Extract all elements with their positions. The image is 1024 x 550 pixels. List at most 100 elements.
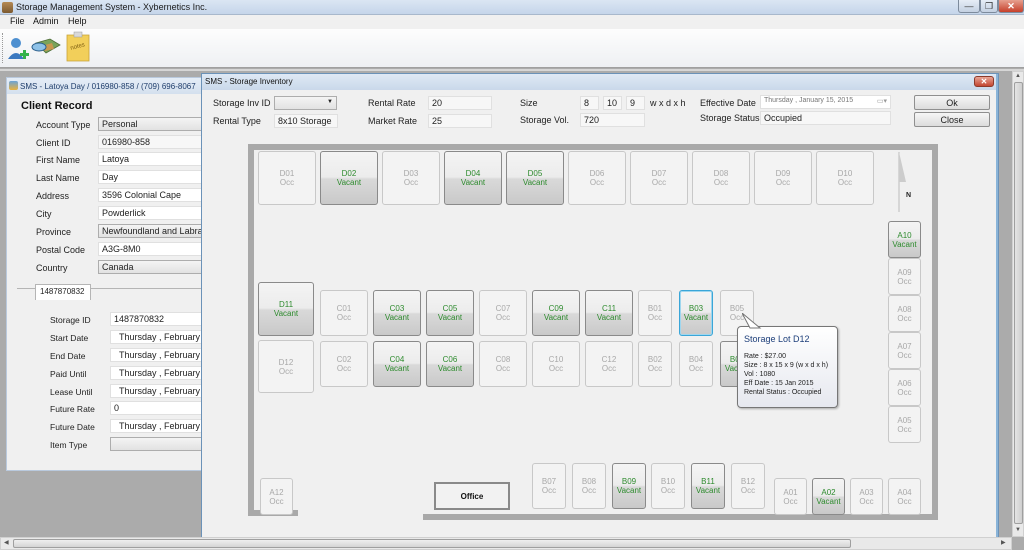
storage-lot-b10[interactable]: B10 Occ bbox=[651, 463, 685, 509]
province-field[interactable]: Newfoundland and Labrador bbox=[98, 224, 213, 238]
vertical-scroll-thumb[interactable] bbox=[1014, 82, 1023, 524]
storage-lot-d02[interactable]: D02 Vacant bbox=[320, 151, 378, 205]
lot-id: A02 bbox=[821, 487, 836, 497]
storage-lot-c11[interactable]: C11 Vacant bbox=[585, 290, 633, 336]
scroll-up-icon[interactable]: ▲ bbox=[1015, 73, 1021, 79]
close-dialog-button[interactable]: ✕ bbox=[974, 76, 994, 87]
storage-lot-c06[interactable]: C06 Vacant bbox=[426, 341, 474, 387]
toolbar-grip[interactable] bbox=[2, 33, 3, 63]
client-id-field[interactable]: 016980-858 bbox=[98, 135, 213, 149]
storage-lot-d08[interactable]: D08 Occ bbox=[692, 151, 750, 205]
storage-lot-b01[interactable]: B01 Occ bbox=[638, 290, 672, 336]
horizontal-scrollbar[interactable]: ◀ ▶ bbox=[0, 537, 1012, 550]
lot-id: B08 bbox=[581, 477, 597, 486]
storage-lot-a01[interactable]: A01 Occ bbox=[774, 478, 807, 515]
size-height-field[interactable]: 9 bbox=[626, 96, 645, 110]
last-name-field[interactable]: Day bbox=[98, 170, 213, 184]
address-field[interactable]: 3596 Colonial Cape bbox=[98, 188, 213, 202]
storage-lot-a02[interactable]: A02 Vacant bbox=[812, 478, 845, 515]
storage-lot-c10[interactable]: C10 Occ bbox=[532, 341, 580, 387]
scroll-right-icon[interactable]: ▶ bbox=[1001, 539, 1006, 546]
postal-code-field[interactable]: A3G-8M0 bbox=[98, 242, 213, 256]
lease-until-field[interactable]: Thursday , February bbox=[110, 384, 210, 398]
storage-lot-a08[interactable]: A08 Occ bbox=[888, 295, 921, 332]
storage-status-field[interactable]: Occupied bbox=[760, 111, 891, 125]
storage-lot-d12[interactable]: D12 Occ bbox=[258, 340, 314, 393]
account-type-field[interactable]: Personal bbox=[98, 117, 213, 131]
scroll-left-icon[interactable]: ◀ bbox=[4, 539, 9, 546]
market-rate-field[interactable]: 25 bbox=[428, 114, 492, 128]
storage-lot-b02[interactable]: B02 Occ bbox=[638, 341, 672, 387]
storage-lot-d06[interactable]: D06 Occ bbox=[568, 151, 626, 205]
future-date-field[interactable]: Thursday , February bbox=[110, 419, 210, 433]
storage-lot-a10[interactable]: A10 Vacant bbox=[888, 221, 921, 258]
storage-lot-c02[interactable]: C02 Occ bbox=[320, 341, 368, 387]
storage-lot-c07[interactable]: C07 Occ bbox=[479, 290, 527, 336]
size-width-field[interactable]: 8 bbox=[580, 96, 599, 110]
storage-lot-b11[interactable]: B11 Vacant bbox=[691, 463, 725, 509]
client-field-label: Address bbox=[36, 191, 70, 201]
storage-lot-b07[interactable]: B07 Occ bbox=[532, 463, 566, 509]
storage-lot-a03[interactable]: A03 Occ bbox=[850, 478, 883, 515]
restore-button[interactable]: ❐ bbox=[980, 0, 998, 13]
storage-lot-c05[interactable]: C05 Vacant bbox=[426, 290, 474, 336]
storage-lot-d07[interactable]: D07 Occ bbox=[630, 151, 688, 205]
start-date-field[interactable]: Thursday , February bbox=[110, 330, 210, 344]
size-depth-field[interactable]: 10 bbox=[603, 96, 622, 110]
storage-lot-c03[interactable]: C03 Vacant bbox=[373, 290, 421, 336]
item-type-field[interactable] bbox=[110, 437, 210, 451]
city-field[interactable]: Powderlick bbox=[98, 206, 213, 220]
close-app-button[interactable]: ✕ bbox=[998, 0, 1024, 13]
storage-lot-c08[interactable]: C08 Occ bbox=[479, 341, 527, 387]
menu-admin[interactable]: Admin bbox=[33, 16, 59, 26]
storage-lot-d04[interactable]: D04 Vacant bbox=[444, 151, 502, 205]
future-rate-field[interactable]: 0 bbox=[110, 401, 210, 415]
storage-lot-a07[interactable]: A07 Occ bbox=[888, 332, 921, 369]
storage-lot-d11[interactable]: D11 Vacant bbox=[258, 282, 314, 336]
menu-help[interactable]: Help bbox=[68, 16, 87, 26]
lot-id: D06 bbox=[589, 169, 605, 178]
rental-type-field[interactable]: 8x10 Storage bbox=[274, 114, 338, 128]
first-name-field[interactable]: Latoya bbox=[98, 152, 213, 166]
storage-lot-a09[interactable]: A09 Occ bbox=[888, 258, 921, 295]
storage-lot-d10[interactable]: D10 Occ bbox=[816, 151, 874, 205]
paid-until-field[interactable]: Thursday , February bbox=[110, 366, 210, 380]
effective-date-picker[interactable]: Thursday , January 15, 2015 ▭▾ bbox=[760, 95, 891, 109]
ok-button[interactable]: Ok bbox=[914, 95, 990, 110]
storage-lot-c04[interactable]: C04 Vacant bbox=[373, 341, 421, 387]
scroll-down-icon[interactable]: ▼ bbox=[1015, 527, 1021, 533]
storage-lot-d01[interactable]: D01 Occ bbox=[258, 151, 316, 205]
storage-lot-a06[interactable]: A06 Occ bbox=[888, 369, 921, 406]
storage-lot-a05[interactable]: A05 Occ bbox=[888, 406, 921, 443]
tab-storage-id[interactable]: 1487870832 bbox=[35, 284, 91, 300]
storage-lot-b12[interactable]: B12 Occ bbox=[731, 463, 765, 509]
storage-lot-c01[interactable]: C01 Occ bbox=[320, 290, 368, 336]
storage-lot-b03[interactable]: B03 Vacant bbox=[679, 290, 713, 336]
storage-inv-id-select[interactable]: ▼ bbox=[274, 96, 337, 110]
storage-lot-c09[interactable]: C09 Vacant bbox=[532, 290, 580, 336]
storage-lot-d09[interactable]: D09 Occ bbox=[754, 151, 812, 205]
country-field[interactable]: Canada bbox=[98, 260, 213, 274]
horizontal-scroll-thumb[interactable] bbox=[13, 539, 851, 548]
rental-rate-field[interactable]: 20 bbox=[428, 96, 492, 110]
storage-map-button[interactable] bbox=[30, 31, 62, 65]
lot-id: C02 bbox=[336, 355, 352, 364]
notes-button[interactable]: notes bbox=[64, 31, 92, 65]
storage-lot-d03[interactable]: D03 Occ bbox=[382, 151, 440, 205]
vertical-scrollbar[interactable]: ▲ ▼ bbox=[1012, 71, 1024, 537]
end-date-field[interactable]: Thursday , February bbox=[110, 348, 210, 362]
storage-lot-b08[interactable]: B08 Occ bbox=[572, 463, 606, 509]
close-button[interactable]: Close bbox=[914, 112, 990, 127]
storage-lot-d05[interactable]: D05 Vacant bbox=[506, 151, 564, 205]
storage-lot-a12[interactable]: A12 Occ bbox=[260, 478, 293, 515]
minimize-button[interactable]: — bbox=[958, 0, 980, 13]
add-client-button[interactable] bbox=[6, 31, 30, 65]
storage-lot-c12[interactable]: C12 Occ bbox=[585, 341, 633, 387]
menu-file[interactable]: File bbox=[10, 16, 25, 26]
storage-vol-field[interactable]: 720 bbox=[580, 113, 645, 127]
storage-lot-b04[interactable]: B04 Occ bbox=[679, 341, 713, 387]
storage-id-field[interactable]: 1487870832 bbox=[110, 312, 210, 326]
storage-lot-a04[interactable]: A04 Occ bbox=[888, 478, 921, 515]
office-block[interactable]: Office bbox=[434, 482, 510, 510]
storage-lot-b09[interactable]: B09 Vacant bbox=[612, 463, 646, 509]
